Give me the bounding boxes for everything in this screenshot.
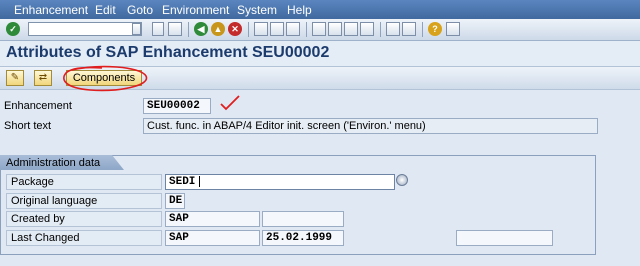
- new-session-icon[interactable]: [386, 22, 400, 36]
- components-button[interactable]: Components: [66, 70, 142, 86]
- enhancement-field[interactable]: SEU00002: [143, 98, 211, 114]
- command-field[interactable]: [28, 22, 142, 36]
- menu-bar: Enhancement Edit Goto Environment System…: [0, 0, 640, 19]
- shortcut-icon[interactable]: [402, 22, 416, 36]
- customize-layout-icon[interactable]: [446, 22, 460, 36]
- back-icon[interactable]: ◀: [194, 22, 208, 36]
- standard-toolbar: ✓ ◀ ▲ ✕ ?: [0, 19, 640, 41]
- toolbar-separator: [422, 22, 423, 37]
- administration-data-title: Administration data: [6, 157, 101, 169]
- print-icon[interactable]: [254, 22, 268, 36]
- short-text-label: Short text: [4, 120, 52, 132]
- original-language-label: Original language: [6, 193, 162, 209]
- short-text-field[interactable]: Cust. func. in ABAP/4 Editor init. scree…: [143, 118, 598, 134]
- title-bar: Attributes of SAP Enhancement SEU00002: [0, 41, 640, 66]
- created-on-field[interactable]: [262, 211, 344, 227]
- last-changed-extra-field[interactable]: [456, 230, 553, 246]
- find-icon[interactable]: [270, 22, 284, 36]
- toolbar-separator: [306, 22, 307, 37]
- enter-icon[interactable]: ✓: [6, 22, 20, 36]
- last-page-icon[interactable]: [360, 22, 374, 36]
- enhancement-label: Enhancement: [4, 100, 72, 112]
- find-next-icon[interactable]: [286, 22, 300, 36]
- menu-goto[interactable]: Goto: [127, 3, 153, 17]
- display-change-icon[interactable]: ⇄: [34, 70, 52, 86]
- command-dropdown-icon[interactable]: [132, 23, 141, 35]
- menu-system[interactable]: System: [237, 3, 277, 17]
- created-by-label: Created by: [6, 211, 162, 227]
- text-cursor: [199, 176, 200, 187]
- red-checkmark-annotation: [220, 95, 240, 111]
- original-language-field[interactable]: DE: [165, 193, 185, 209]
- last-changed-by-field[interactable]: SAP: [165, 230, 260, 246]
- toolbar-separator: [380, 22, 381, 37]
- previous-page-icon[interactable]: [328, 22, 342, 36]
- first-page-icon[interactable]: [312, 22, 326, 36]
- toolbar-separator: [248, 22, 249, 37]
- help-icon[interactable]: ?: [428, 22, 442, 36]
- change-icon[interactable]: ✎: [6, 70, 24, 86]
- exit-icon[interactable]: ▲: [211, 22, 225, 36]
- expand-icon[interactable]: [152, 22, 164, 36]
- next-page-icon[interactable]: [344, 22, 358, 36]
- toolbar-separator: [188, 22, 189, 37]
- last-changed-label: Last Changed: [6, 230, 162, 246]
- menu-enhancement[interactable]: Enhancement: [14, 3, 88, 17]
- application-toolbar: ✎ ⇄ Components: [0, 66, 640, 90]
- page-title: Attributes of SAP Enhancement SEU00002: [6, 44, 330, 61]
- last-changed-date-field[interactable]: 25.02.1999: [262, 230, 344, 246]
- value-help-icon[interactable]: [396, 174, 408, 186]
- created-by-field[interactable]: SAP: [165, 211, 260, 227]
- package-label: Package: [6, 174, 162, 190]
- menu-help[interactable]: Help: [287, 3, 312, 17]
- menu-edit[interactable]: Edit: [95, 3, 116, 17]
- save-icon[interactable]: [168, 22, 182, 36]
- menu-environment[interactable]: Environment: [162, 3, 229, 17]
- cancel-icon[interactable]: ✕: [228, 22, 242, 36]
